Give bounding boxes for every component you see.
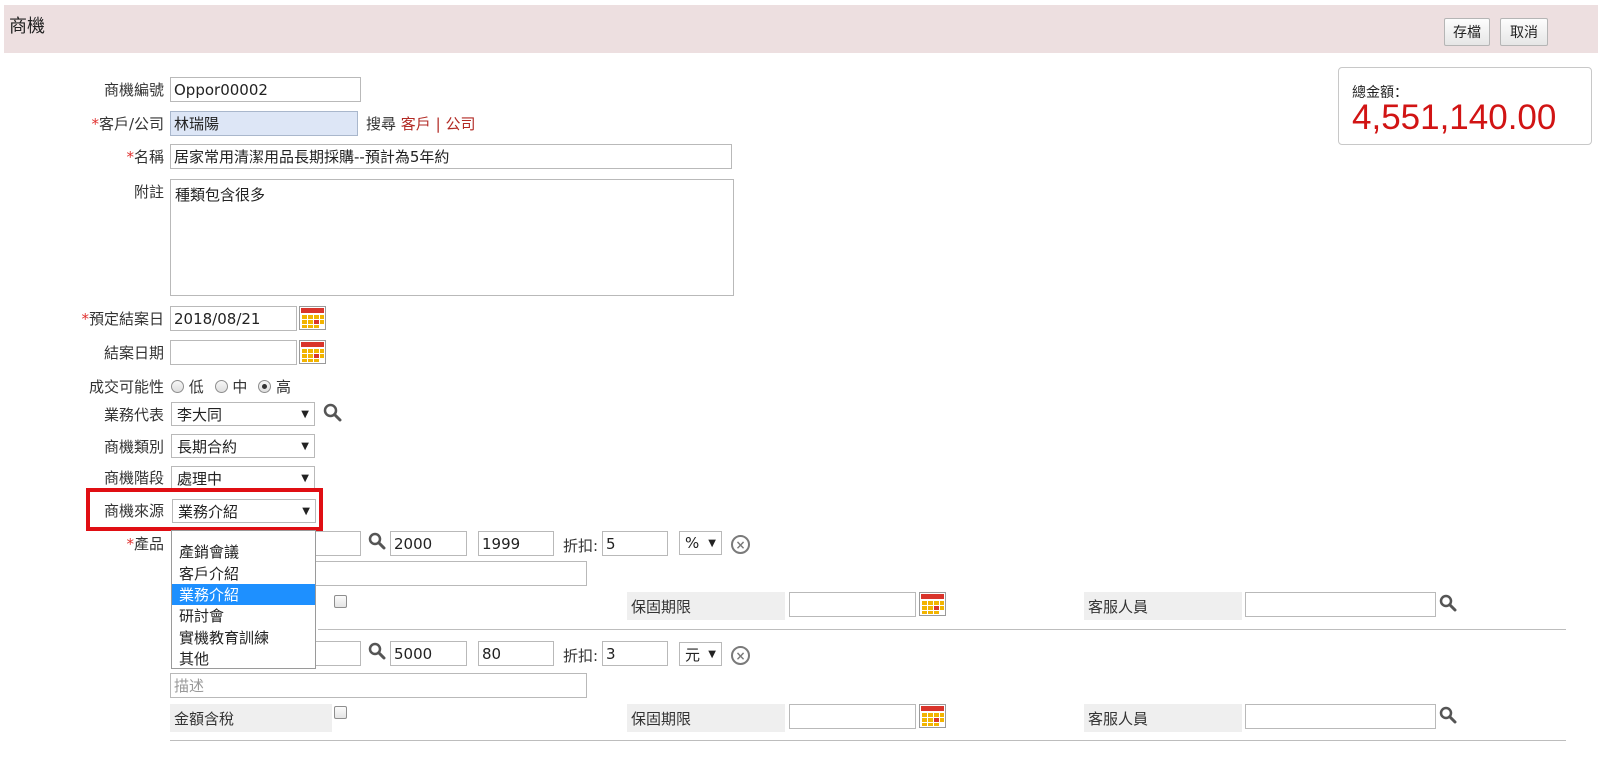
discount-label: 折扣: [563,537,599,555]
discount-unit-select[interactable]: 元 ▼ [679,642,722,666]
probability-high-radio[interactable] [258,380,272,393]
discount-label: 折扣: [563,647,599,665]
customer-input[interactable]: 林瑞陽 [170,111,358,136]
probability-mid-label: 中 [232,378,248,396]
product-divider [170,740,1566,741]
total-value: 4,551,140.00 [1352,98,1557,137]
probability-radio-group: 低 中 高 [171,376,291,397]
service-staff-label: 客服人員 [1084,592,1242,620]
customer-link[interactable]: 客戶 [401,115,431,133]
service-staff-input[interactable] [1245,704,1436,729]
search-icon[interactable] [1439,706,1457,724]
save-button[interactable]: 存檔 [1444,18,1490,46]
product-qty-input[interactable]: 80 [478,641,554,666]
source-dropdown-list: 產銷會議 客戶介紹 業務介紹 研討會 實機教育訓練 其他 [171,530,316,669]
cancel-button[interactable]: 取消 [1500,18,1548,46]
stage-select[interactable]: 處理中 ▼ [171,466,315,490]
probability-label: 成交可能性 [88,378,164,396]
expected-close-label: *預定結案日 [81,310,164,328]
category-label: 商機類別 [103,438,164,456]
calendar-icon[interactable] [299,306,326,330]
page-title: 商機 [9,16,45,37]
discount-input[interactable]: 3 [602,641,668,666]
customer-label: *客戶/公司 [91,115,164,133]
discount-unit-select[interactable]: % ▼ [679,531,722,555]
calendar-icon[interactable] [919,592,946,616]
category-select-value: 長期合約 [177,437,238,456]
chevron-down-icon: ▼ [302,505,310,517]
name-input[interactable]: 居家常用清潔用品長期採購--預計為5年約 [170,144,732,169]
rep-label: 業務代表 [103,406,164,424]
chevron-down-icon: ▼ [301,472,309,484]
discount-unit-value: 元 [685,645,701,664]
chevron-down-icon: ▼ [708,648,716,660]
product-qty-input[interactable]: 1999 [478,531,554,556]
source-select[interactable]: 業務介紹 ▼ [172,499,316,523]
link-separator: | [435,115,441,133]
search-icon[interactable] [368,642,386,660]
source-option[interactable]: 產銷會議 [172,541,315,562]
discount-input[interactable]: 5 [602,531,668,556]
warranty-label: 保固期限 [627,704,785,732]
warranty-input[interactable] [789,592,916,617]
product-price-input[interactable]: 2000 [390,531,467,556]
name-label: *名稱 [126,148,164,166]
product-price-input[interactable]: 5000 [390,641,467,666]
opp-no-label: 商機編號 [103,81,164,99]
product-desc-input[interactable] [300,561,587,586]
page-header [4,5,1598,53]
close-date-input[interactable] [170,340,297,365]
chevron-down-icon: ▼ [301,408,309,420]
probability-low-radio[interactable] [171,380,184,393]
warranty-input[interactable] [789,704,916,729]
close-date-label: 結案日期 [103,344,164,362]
product-label: *產品 [126,535,164,553]
product-desc-input[interactable]: 描述 [170,673,587,698]
tax-included-checkbox[interactable] [334,706,347,719]
service-staff-input[interactable] [1245,592,1436,617]
tax-included-label: 金額含稅 [170,704,332,732]
stage-label: 商機階段 [103,469,164,487]
source-option[interactable]: 研討會 [172,605,315,626]
source-select-value: 業務介紹 [178,502,239,521]
stage-select-value: 處理中 [177,469,223,488]
probability-high-label: 高 [275,378,291,396]
source-option[interactable]: 客戶介紹 [172,562,315,583]
note-textarea[interactable]: 種類包含很多 [170,179,734,296]
rep-select[interactable]: 李大同 ▼ [171,402,315,426]
remove-product-icon[interactable]: × [731,646,750,665]
remove-product-icon[interactable]: × [731,535,750,554]
company-link[interactable]: 公司 [445,115,475,133]
search-icon[interactable] [1439,594,1457,612]
customer-search: 搜尋 客戶 | 公司 [366,113,475,134]
warranty-label: 保固期限 [627,592,785,620]
total-amount-box: 總金額： 4,551,140.00 [1338,67,1592,145]
search-icon[interactable] [323,403,342,422]
expected-close-input[interactable]: 2018/08/21 [170,306,297,331]
probability-low-label: 低 [188,378,204,396]
service-staff-label: 客服人員 [1084,704,1242,732]
opp-no-input[interactable]: Oppor00002 [170,77,361,102]
source-option[interactable]: 實機教育訓練 [172,627,315,648]
chevron-down-icon: ▼ [708,537,716,549]
chevron-down-icon: ▼ [301,440,309,452]
search-icon[interactable] [368,532,386,550]
search-label: 搜尋 [366,115,397,133]
probability-mid-radio[interactable] [214,380,228,393]
rep-select-value: 李大同 [177,405,223,424]
source-option-selected[interactable]: 業務介紹 [172,583,315,606]
source-option[interactable]: 其他 [172,648,315,669]
tax-included-checkbox[interactable] [334,595,347,608]
calendar-icon[interactable] [919,704,946,728]
product-divider [318,629,1566,630]
discount-unit-value: % [685,534,700,552]
calendar-icon[interactable] [299,340,326,364]
category-select[interactable]: 長期合約 ▼ [171,434,315,458]
note-label: 附註 [133,183,164,201]
